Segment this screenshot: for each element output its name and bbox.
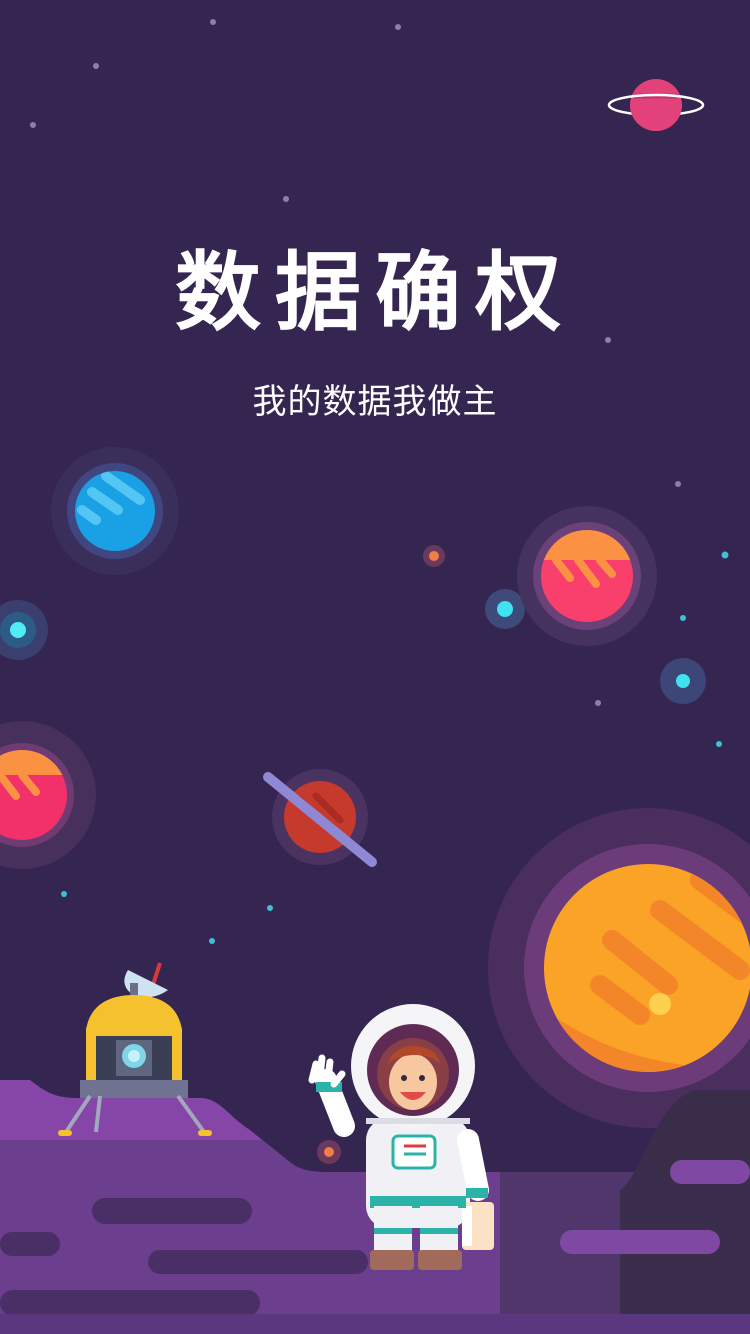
red-planet-icon <box>0 721 96 869</box>
splash-screen: 数据确权 我的数据我做主 <box>0 0 750 1334</box>
orange-planet-icon <box>517 506 657 646</box>
saturn-planet-icon <box>263 769 377 867</box>
page-subtitle: 我的数据我做主 <box>252 382 498 422</box>
sun-icon <box>488 808 750 1128</box>
page-title: 数据确权 <box>175 243 575 343</box>
blue-planet-icon <box>51 447 179 575</box>
ringed-planet-icon <box>607 79 705 131</box>
space-illustration <box>0 19 750 1334</box>
